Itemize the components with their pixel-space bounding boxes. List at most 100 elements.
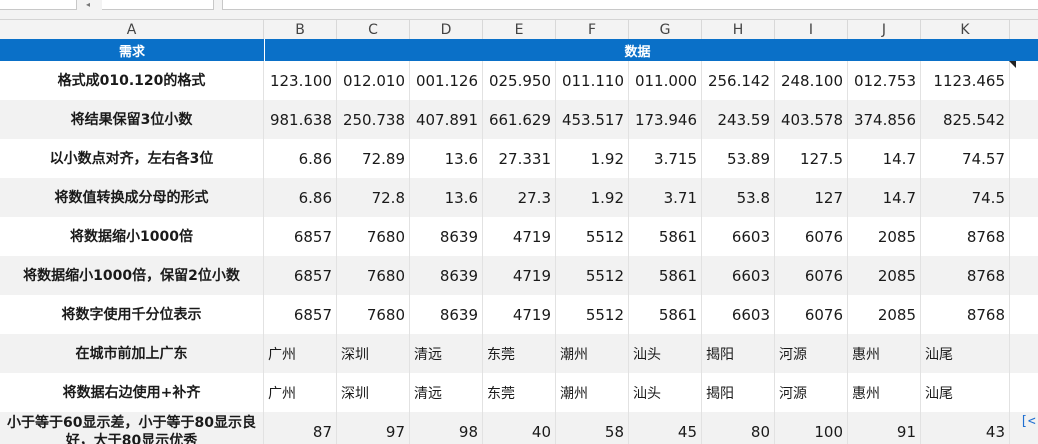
column-header-i[interactable]: I — [775, 20, 848, 39]
data-cell[interactable]: 清远 — [410, 334, 483, 373]
data-cell[interactable]: 3.71 — [629, 178, 702, 217]
data-cell[interactable]: 53.89 — [702, 139, 775, 178]
data-cell[interactable]: 7680 — [337, 217, 410, 256]
data-cell[interactable]: 7680 — [337, 295, 410, 334]
data-cell[interactable]: 173.946 — [629, 100, 702, 139]
data-cell[interactable]: 6603 — [702, 295, 775, 334]
requirement-cell[interactable]: 将数据缩小1000倍，保留2位小数 — [0, 256, 264, 295]
data-cell[interactable]: 127.5 — [775, 139, 848, 178]
column-header-d[interactable]: D — [410, 20, 483, 39]
data-cell[interactable]: 8768 — [921, 295, 1010, 334]
requirement-cell[interactable]: 将数字使用千分位表示 — [0, 295, 264, 334]
data-cell[interactable]: 4719 — [483, 256, 556, 295]
requirement-cell[interactable]: 将结果保留3位小数 — [0, 100, 264, 139]
data-cell[interactable]: 6857 — [264, 295, 337, 334]
data-cell[interactable]: 27.3 — [483, 178, 556, 217]
data-cell[interactable]: 2085 — [848, 217, 921, 256]
data-cell[interactable]: 80 — [702, 412, 775, 444]
data-cell[interactable]: 661.629 — [483, 100, 556, 139]
data-cell[interactable]: 012.010 — [337, 61, 410, 100]
data-cell[interactable]: 5861 — [629, 256, 702, 295]
column-header-f[interactable]: F — [556, 20, 629, 39]
data-cell[interactable]: 1.92 — [556, 178, 629, 217]
column-header-c[interactable]: C — [337, 20, 410, 39]
column-header-b[interactable]: B — [264, 20, 337, 39]
data-cell[interactable]: 6076 — [775, 217, 848, 256]
data-cell[interactable]: 74.57 — [921, 139, 1010, 178]
data-cell[interactable]: 025.950 — [483, 61, 556, 100]
data-cell[interactable]: 2085 — [848, 295, 921, 334]
data-cell[interactable]: 45 — [629, 412, 702, 444]
data-cell[interactable]: 4719 — [483, 295, 556, 334]
data-cell[interactable]: 43 — [921, 412, 1010, 444]
data-cell[interactable]: 5861 — [629, 217, 702, 256]
data-cell[interactable]: 潮州 — [556, 334, 629, 373]
data-cell[interactable]: 981.638 — [264, 100, 337, 139]
data-cell[interactable]: 汕尾 — [921, 334, 1010, 373]
data-cell[interactable]: 揭阳 — [702, 373, 775, 412]
data-cell[interactable]: 72.89 — [337, 139, 410, 178]
data-cell[interactable]: 惠州 — [848, 373, 921, 412]
data-cell[interactable]: 407.891 — [410, 100, 483, 139]
data-cell[interactable]: 3.715 — [629, 139, 702, 178]
data-cell[interactable]: 清远 — [410, 373, 483, 412]
data-cell[interactable]: 6857 — [264, 256, 337, 295]
data-cell[interactable]: 6857 — [264, 217, 337, 256]
data-cell[interactable]: 7680 — [337, 256, 410, 295]
data-cell[interactable]: 河源 — [775, 373, 848, 412]
data-cell[interactable]: 74.5 — [921, 178, 1010, 217]
data-cell[interactable]: 东莞 — [483, 373, 556, 412]
data-cell[interactable]: 潮州 — [556, 373, 629, 412]
requirement-cell[interactable]: 格式成010.120的格式 — [0, 61, 264, 100]
data-cell[interactable]: 6.86 — [264, 139, 337, 178]
column-header-h[interactable]: H — [702, 20, 775, 39]
requirement-cell[interactable]: 将数据缩小1000倍 — [0, 217, 264, 256]
data-cell[interactable]: 011.110 — [556, 61, 629, 100]
data-cell[interactable]: 825.542 — [921, 100, 1010, 139]
data-cell[interactable]: 6603 — [702, 217, 775, 256]
data-cell[interactable]: 58 — [556, 412, 629, 444]
data-cell[interactable]: 6076 — [775, 295, 848, 334]
requirement-cell[interactable]: 将数据右边使用+补齐 — [0, 373, 264, 412]
requirement-cell[interactable]: 将数值转换成分母的形式 — [0, 178, 264, 217]
data-cell[interactable]: 40 — [483, 412, 556, 444]
data-cell[interactable]: 374.856 — [848, 100, 921, 139]
data-cell[interactable]: 6603 — [702, 256, 775, 295]
data-cell[interactable]: 6.86 — [264, 178, 337, 217]
data-cell[interactable]: 揭阳 — [702, 334, 775, 373]
data-cell[interactable]: 243.59 — [702, 100, 775, 139]
data-cell[interactable]: 72.8 — [337, 178, 410, 217]
data-cell[interactable]: 1.92 — [556, 139, 629, 178]
data-cell[interactable]: 53.8 — [702, 178, 775, 217]
data-cell[interactable]: 8639 — [410, 256, 483, 295]
data-cell[interactable]: 91 — [848, 412, 921, 444]
data-cell[interactable]: 汕头 — [629, 334, 702, 373]
data-cell[interactable]: 8768 — [921, 256, 1010, 295]
data-cell[interactable]: 453.517 — [556, 100, 629, 139]
side-link[interactable]: [< — [1020, 414, 1036, 429]
data-cell[interactable]: 100 — [775, 412, 848, 444]
data-cell[interactable]: 127 — [775, 178, 848, 217]
data-cell[interactable]: 东莞 — [483, 334, 556, 373]
data-cell[interactable]: 2085 — [848, 256, 921, 295]
data-cell[interactable]: 27.331 — [483, 139, 556, 178]
data-cell[interactable]: 河源 — [775, 334, 848, 373]
requirement-cell[interactable]: 小于等于60显示差，小于等于80显示良好，大于80显示优秀 — [0, 412, 264, 444]
formula-controls[interactable] — [102, 0, 214, 10]
data-cell[interactable]: 6076 — [775, 256, 848, 295]
requirement-cell[interactable]: 在城市前加上广东 — [0, 334, 264, 373]
data-cell[interactable]: 惠州 — [848, 334, 921, 373]
data-cell[interactable]: 1123.465 — [921, 61, 1010, 100]
requirement-cell[interactable]: 以小数点对齐，左右各3位 — [0, 139, 264, 178]
data-cell[interactable]: 广州 — [264, 334, 337, 373]
data-cell[interactable]: 403.578 — [775, 100, 848, 139]
data-cell[interactable]: 汕尾 — [921, 373, 1010, 412]
data-cell[interactable]: 14.7 — [848, 178, 921, 217]
data-cell[interactable]: 8768 — [921, 217, 1010, 256]
formula-input[interactable] — [222, 0, 1038, 10]
column-header-e[interactable]: E — [483, 20, 556, 39]
column-header-k[interactable]: K — [921, 20, 1010, 39]
data-cell[interactable]: 5512 — [556, 256, 629, 295]
data-cell[interactable]: 256.142 — [702, 61, 775, 100]
column-header-g[interactable]: G — [629, 20, 702, 39]
